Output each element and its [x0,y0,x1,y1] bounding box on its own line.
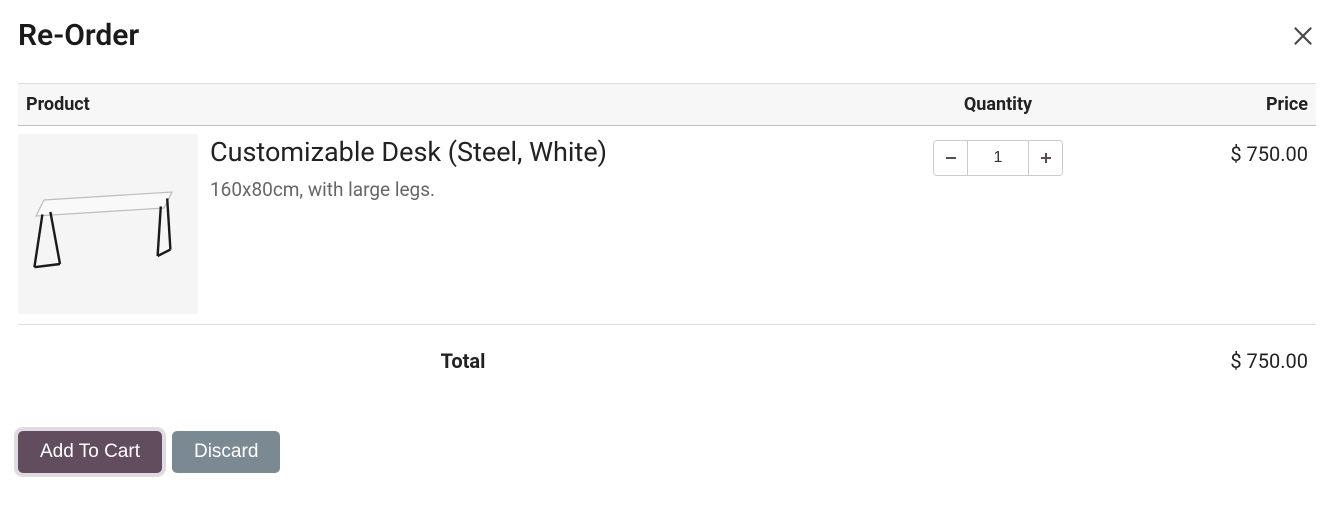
column-product: Product [26,94,888,115]
quantity-stepper [933,140,1063,176]
product-image [18,134,198,314]
column-price: Price [1108,94,1308,115]
total-value: $ 750.00 [1108,349,1308,373]
quantity-decrease-button[interactable] [934,141,968,175]
dialog-title: Re-Order [18,18,139,53]
column-quantity: Quantity [888,94,1108,115]
product-price: $ 750.00 [1108,134,1308,314]
table-row: Customizable Desk (Steel, White) 160x80c… [18,126,1316,325]
product-name: Customizable Desk (Steel, White) [210,136,607,168]
quantity-increase-button[interactable] [1028,141,1062,175]
discard-button[interactable]: Discard [172,431,280,473]
quantity-input[interactable] [968,141,1028,175]
table-header: Product Quantity Price [18,83,1316,126]
add-to-cart-button[interactable]: Add To Cart [18,431,162,473]
product-description: 160x80cm, with large legs. [210,178,607,201]
total-label: Total [18,349,1108,373]
close-icon[interactable] [1290,23,1316,49]
